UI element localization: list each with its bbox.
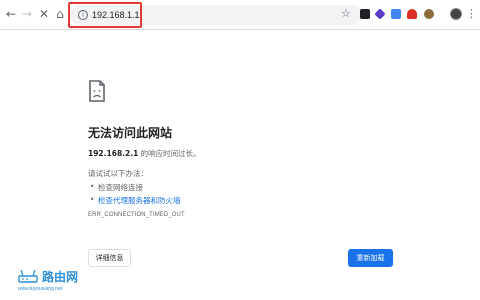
back-arrow-icon[interactable]: ← bbox=[4, 7, 18, 21]
sad-page-icon bbox=[89, 80, 105, 102]
suggestion-check-proxy-link[interactable]: 检查代理服务器和防火墙 bbox=[90, 195, 180, 206]
details-button[interactable]: 详细信息 bbox=[88, 249, 131, 267]
watermark-name: 路由网 bbox=[42, 270, 79, 284]
try-heading: 请试试以下办法： bbox=[88, 169, 148, 178]
suggestion-check-network: 检查网络连接 bbox=[90, 182, 143, 193]
error-message-suffix: 的响应时间过长。 bbox=[138, 149, 201, 158]
bookmark-star-icon[interactable]: ☆ bbox=[341, 7, 351, 21]
error-code: ERR_CONNECTION_TIMED_OUT bbox=[88, 212, 185, 218]
watermark-url: www.luyouwang.net bbox=[18, 286, 63, 292]
extension-diamond-icon[interactable] bbox=[374, 8, 386, 20]
watermark-logo: 路由网 www.luyouwang.net bbox=[18, 266, 92, 294]
reload-button[interactable]: 重新加载 bbox=[348, 249, 393, 267]
extension-icon[interactable] bbox=[360, 9, 370, 19]
extension-badge-icon[interactable] bbox=[424, 9, 434, 19]
forward-arrow-icon[interactable]: → bbox=[20, 7, 34, 21]
error-host: 192.168.2.1 bbox=[88, 149, 139, 158]
shield-extension-icon[interactable] bbox=[407, 9, 417, 19]
error-title: 无法访问此网站 bbox=[88, 126, 173, 140]
home-icon[interactable]: ⌂ bbox=[53, 7, 67, 21]
router-icon bbox=[18, 269, 38, 283]
error-message: 192.168.2.1 的响应时间过长。 bbox=[88, 148, 201, 159]
menu-kebab-icon[interactable]: ⋮ bbox=[466, 7, 477, 21]
translate-icon[interactable] bbox=[391, 9, 401, 19]
profile-avatar[interactable] bbox=[450, 8, 462, 20]
browser-toolbar: ← → ✕ ⌂ i 192.168.1.1 ☆ ⋮ bbox=[0, 0, 480, 30]
url-highlight-box bbox=[68, 2, 142, 28]
stop-icon[interactable]: ✕ bbox=[37, 7, 51, 21]
